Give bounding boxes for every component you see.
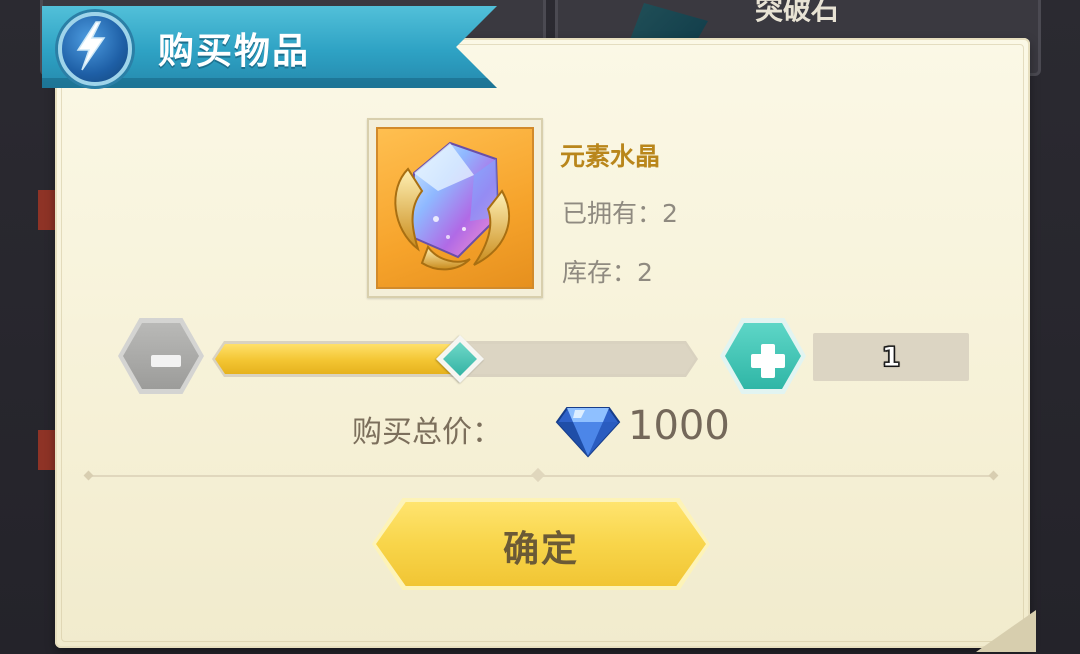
confirm-button-label: 确定: [502, 529, 579, 570]
diamond-icon: [553, 400, 623, 460]
item-icon-frame: [367, 118, 543, 298]
quantity-value: 1: [881, 342, 901, 374]
decrease-button-face: [123, 323, 199, 389]
slider-fill: [215, 344, 460, 374]
minus-icon: [151, 355, 181, 367]
increase-button-face: [725, 323, 801, 389]
lightning-icon: [58, 12, 132, 86]
stock-count: 库存：2: [562, 258, 653, 287]
owned-count: 已拥有：2: [562, 199, 678, 228]
slider-handle[interactable]: [435, 334, 485, 384]
quantity-field[interactable]: 1: [813, 333, 969, 381]
item-name: 元素水晶: [560, 142, 661, 171]
page-curl-decoration: [976, 610, 1036, 652]
background-item-label: 突破石: [755, 0, 840, 26]
dialog-title: 购买物品: [158, 31, 311, 72]
confirm-button[interactable]: 确定: [372, 498, 710, 590]
element-crystal-icon: [376, 127, 534, 289]
total-price-label: 购买总价：: [352, 415, 502, 450]
total-price-value: 1000: [628, 403, 730, 449]
plus-icon-vertical: [761, 344, 775, 378]
